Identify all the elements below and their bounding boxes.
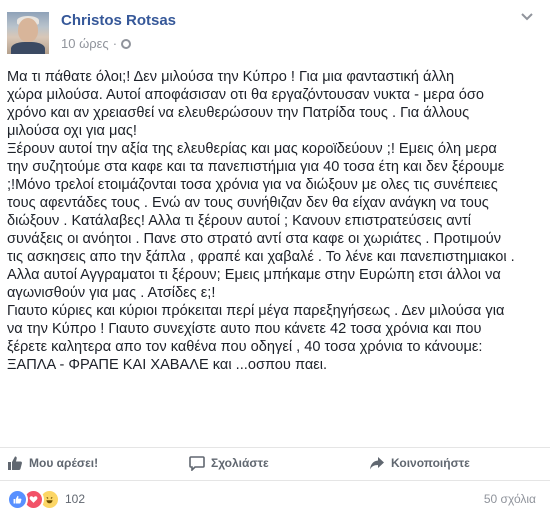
comments-count[interactable]: 50 σχόλια <box>484 492 536 506</box>
post-actions: Μου αρέσει! Σχολιάστε Κοινοποιήστε <box>0 450 550 478</box>
post-body-line: μιλούσα οχι για μας! <box>7 123 137 139</box>
share-label: Κοινοποιήστε <box>391 456 470 470</box>
comment-label: Σχολιάστε <box>211 456 269 470</box>
globe-icon[interactable] <box>121 38 132 49</box>
post-meta: 10 ώρες · <box>61 36 132 51</box>
like-button[interactable]: Μου αρέσει! <box>7 452 98 474</box>
post-body-line: χώρα μιλούσα. Αυτοί αποφάσισαν οτι θα ερ… <box>7 87 485 103</box>
comment-button[interactable]: Σχολιάστε <box>189 452 269 474</box>
post-timestamp[interactable]: 10 ώρες <box>61 36 109 51</box>
reaction-count[interactable]: 102 <box>65 492 85 506</box>
author-name[interactable]: Christos Rotsas <box>61 12 176 29</box>
post-body-line: Ξέρουν αυτοί την αξία της ελευθερίας και… <box>7 141 497 157</box>
avatar-shirt <box>11 42 45 54</box>
comment-icon <box>189 456 205 471</box>
post-body-line: συνάξεις οι ανόητοι . Πανε στο στρατό αν… <box>7 231 502 247</box>
post-body-line: Αλλα αυτοί Αγγραματοι τι ξέρουν; Εμεις μ… <box>7 267 501 283</box>
post-body-line: διώξουν . Κατάλαβες! Αλλα τι ξέρουν αυτο… <box>7 213 472 229</box>
meta-separator: · <box>112 36 118 51</box>
post-body-line: Γιαυτο κύριες και κύριοι πρόκειται περί … <box>7 303 505 319</box>
post-body-line: Μα τι πάθατε όλοι;! Δεν μιλούσα την Κύπρ… <box>7 69 455 85</box>
avatar-face <box>18 18 38 42</box>
post-body-line: τις ασκησεις απο την ξάπλα , φραπέ και χ… <box>7 249 515 265</box>
share-icon <box>370 457 384 470</box>
post-body-line: να την Κύπρο ! Γιαυτο συνεχίστε αυτο που… <box>7 321 482 337</box>
author-avatar[interactable] <box>7 12 49 54</box>
thumbs-up-icon <box>8 456 22 470</box>
reactions-bar: 102 50 σχόλια <box>7 488 543 510</box>
like-label: Μου αρέσει! <box>29 456 99 470</box>
like-reaction-icon <box>7 488 28 510</box>
post-body-line: αγωνισθούν για μας . Ατσίδες ε;! <box>7 285 216 301</box>
post-body-line: ΞΑΠΛΑ - ΦΡΑΠΕ ΚΑΙ ΧΑΒΑΛΕ και ...οσπου πα… <box>7 357 328 373</box>
facebook-post: Christos Rotsas 10 ώρες · Μα τι πάθατε ό… <box>0 0 550 518</box>
post-body-line: χρόνο και αν χρειασθεί να ελευθερώσουν τ… <box>7 105 470 121</box>
post-body-line: τους αφεντάδες τους . Ενώ αν τους συνήθι… <box>7 195 489 211</box>
divider-top <box>0 447 550 448</box>
divider-bottom <box>0 480 550 481</box>
post-body-line: την συζητούμε στα καφε και τα πανεπιστήμ… <box>7 159 505 175</box>
post-body: Μα τι πάθατε όλοι;! Δεν μιλούσα την Κύπρ… <box>7 68 545 374</box>
chevron-down-icon[interactable] <box>520 12 534 24</box>
post-body-line: ;!Μόνο τρελοί ετοιμάζονται τοσα χρόνια γ… <box>7 177 498 193</box>
reaction-icons[interactable] <box>7 488 60 510</box>
share-button[interactable]: Κοινοποιήστε <box>369 452 470 474</box>
post-body-line: ξέρετε καλητερα απο τον καθένα που οδηγε… <box>7 339 483 355</box>
